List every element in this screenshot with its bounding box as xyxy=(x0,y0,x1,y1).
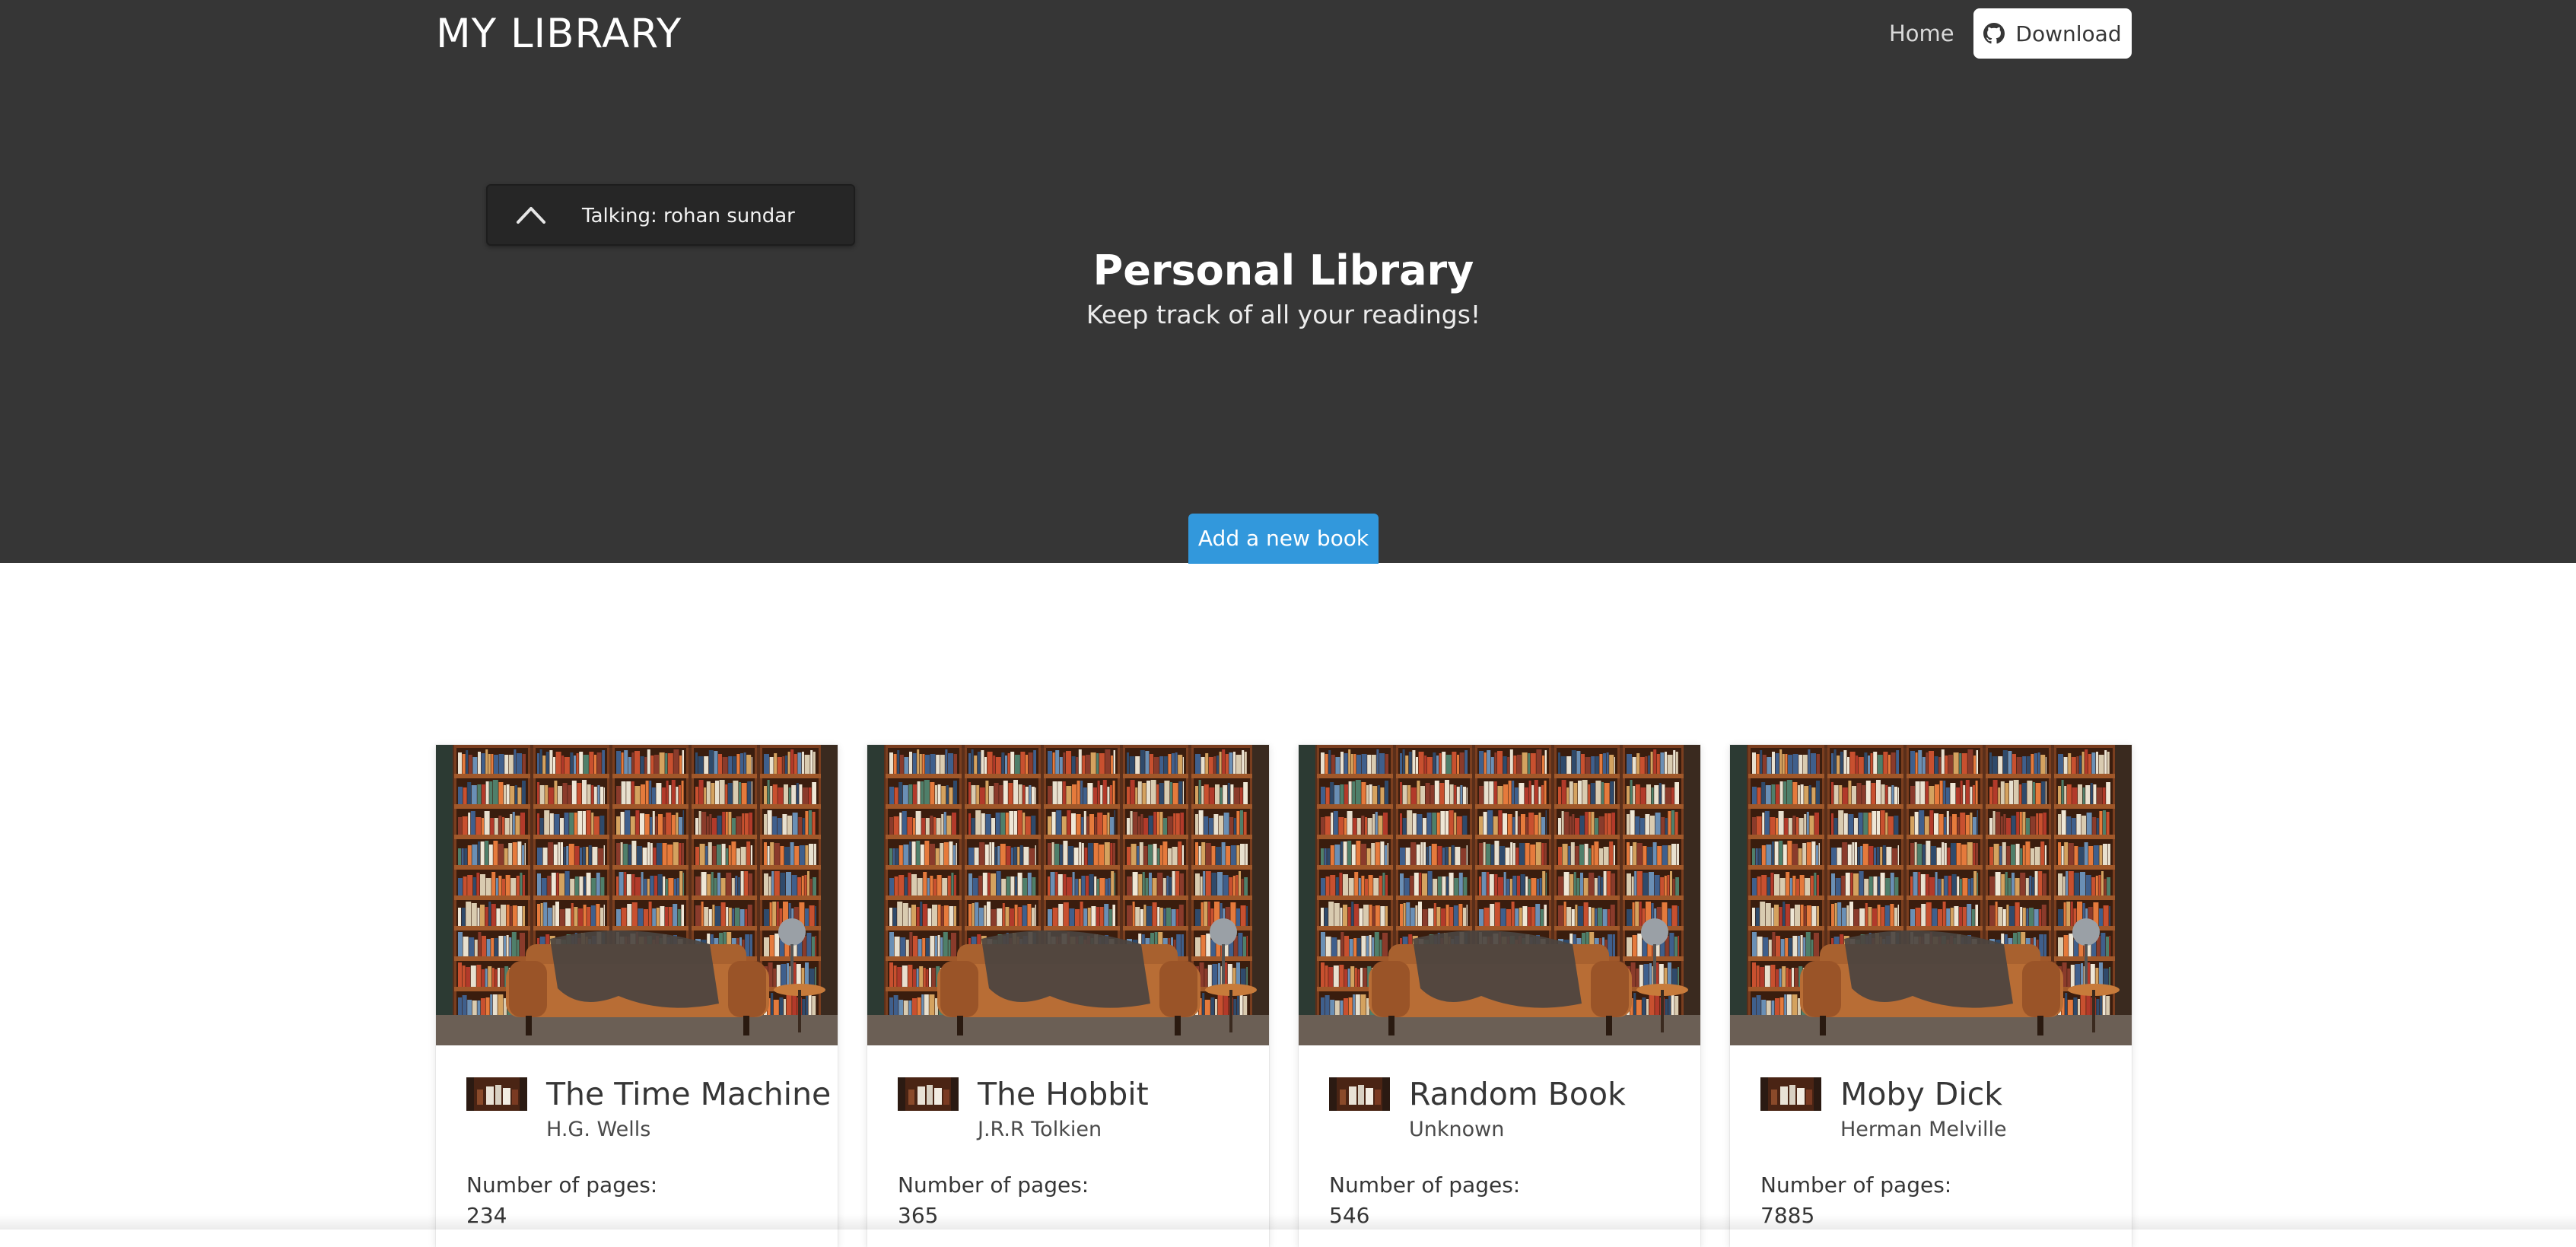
nav-home-link[interactable]: Home xyxy=(1889,17,1954,50)
book-author: J.R.R Tolkien xyxy=(978,1118,1102,1141)
pages-label: Number of pages: xyxy=(898,1172,1089,1198)
library-image xyxy=(867,745,1269,1045)
book-thumbnail xyxy=(1329,1077,1390,1111)
page-title: Personal Library xyxy=(1092,247,1474,294)
talking-indicator: Talking: rohan sundar xyxy=(486,184,855,246)
book-thumbnail xyxy=(1760,1077,1821,1111)
book-title: The Hobbit xyxy=(978,1076,1149,1112)
page-subtitle: Keep track of all your readings! xyxy=(1086,300,1481,329)
book-author: Unknown xyxy=(1409,1118,1505,1141)
download-button[interactable]: Download xyxy=(1973,8,2132,59)
book-card[interactable]: The Hobbit J.R.R Tolkien Number of pages… xyxy=(867,745,1269,1247)
book-title: The Time Machine xyxy=(546,1076,832,1112)
chevron-up-icon[interactable] xyxy=(515,201,547,228)
talking-text: Talking: rohan sundar xyxy=(582,205,795,227)
book-card[interactable]: The Time Machine H.G. Wells Number of pa… xyxy=(436,745,838,1247)
download-label: Download xyxy=(2015,21,2122,46)
brand-logo[interactable]: MY LIBRARY xyxy=(436,9,682,59)
book-title: Moby Dick xyxy=(1840,1076,2003,1112)
library-image xyxy=(1299,745,1700,1045)
bottom-edge-shadow xyxy=(0,1214,2576,1230)
book-author: H.G. Wells xyxy=(546,1118,651,1141)
book-thumbnail xyxy=(898,1077,959,1111)
pages-label: Number of pages: xyxy=(1760,1172,1952,1198)
book-title: Random Book xyxy=(1409,1076,1626,1112)
book-author: Herman Melville xyxy=(1840,1118,2007,1141)
library-image xyxy=(1730,745,2132,1045)
book-list: The Time Machine H.G. Wells Number of pa… xyxy=(0,745,2576,1247)
book-card[interactable]: Moby Dick Herman Melville Number of page… xyxy=(1730,745,2132,1247)
pages-label: Number of pages: xyxy=(466,1172,658,1198)
library-image xyxy=(436,745,838,1045)
hero-section: MY LIBRARY Home Download Talking: rohan … xyxy=(0,0,2576,564)
github-icon xyxy=(1983,23,2005,44)
pages-label: Number of pages: xyxy=(1329,1172,1521,1198)
book-thumbnail xyxy=(466,1077,527,1111)
book-card[interactable]: Random Book Unknown Number of pages: 546 xyxy=(1299,745,1700,1247)
add-book-button[interactable]: Add a new book xyxy=(1188,514,1379,564)
